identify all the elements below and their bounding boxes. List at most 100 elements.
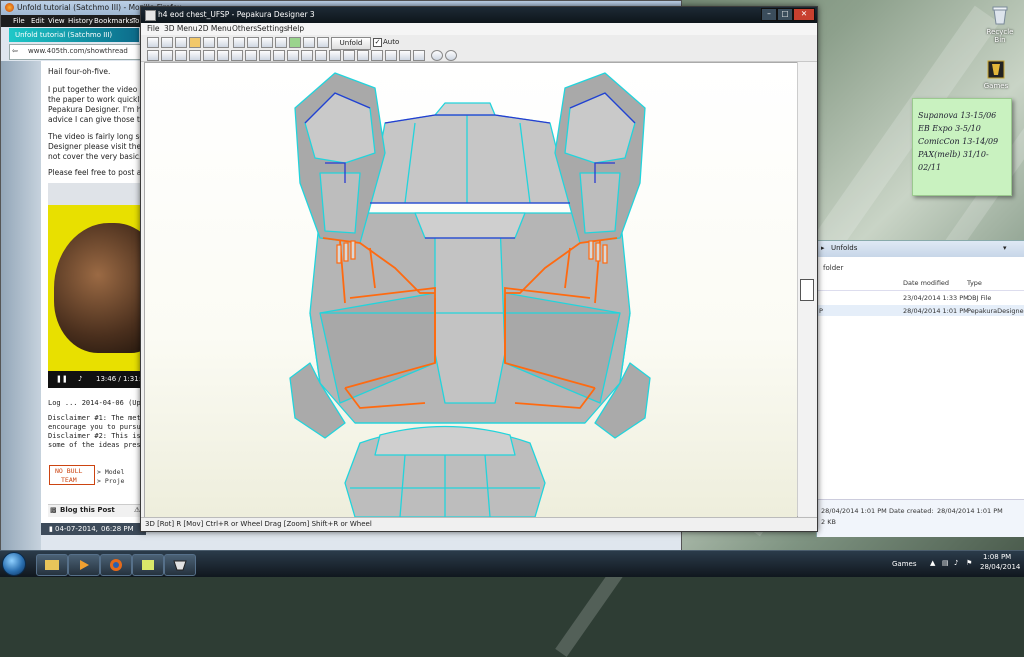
file-type[interactable]: PepakuraDesigner: [967, 307, 1024, 315]
tool-icon[interactable]: [399, 50, 411, 61]
explorer-address-bar[interactable]: ▸ Unfolds ▾: [817, 241, 1024, 257]
recycle-bin-shortcut[interactable]: Recycle Bin: [980, 4, 1020, 44]
column-type[interactable]: Type: [967, 279, 982, 287]
menu-others[interactable]: Others: [232, 24, 257, 33]
flap-icon[interactable]: [275, 37, 287, 48]
clock-date[interactable]: 28/04/2014: [980, 563, 1020, 571]
tool-icon[interactable]: [189, 50, 201, 61]
sticky-line: PAX(melb) 31/10-: [918, 150, 989, 159]
open-icon[interactable]: [147, 37, 159, 48]
blog-this-post-button[interactable]: Blog this Post: [60, 506, 115, 514]
file-type[interactable]: OBJ File: [967, 294, 991, 302]
pepakura-title-bar[interactable]: h4 eod chest_UFSP - Pepakura Designer 3 …: [141, 7, 817, 23]
explorer-window[interactable]: ▸ Unfolds ▾ folder Date modified Type 23…: [816, 240, 1024, 537]
zoom-icon[interactable]: [431, 50, 443, 61]
games-shortcut[interactable]: Games: [976, 58, 1016, 90]
tool-icon[interactable]: [385, 50, 397, 61]
tray-arrow-icon[interactable]: ▲: [930, 559, 935, 567]
tool-icon[interactable]: [315, 50, 327, 61]
save-icon[interactable]: [161, 37, 173, 48]
tool-icon[interactable]: [217, 50, 229, 61]
signature-link[interactable]: > Model: [97, 468, 124, 476]
start-button[interactable]: [2, 552, 26, 576]
menu-tools[interactable]: To: [132, 17, 139, 25]
3d-viewport[interactable]: [144, 62, 798, 518]
tool-icon[interactable]: [343, 50, 355, 61]
menu-edit[interactable]: Edit: [31, 17, 45, 25]
post-line: Pepakura Designer. I'm ho: [48, 105, 146, 114]
url-bar[interactable]: ⇦ www.405th.com/showthread: [9, 44, 146, 60]
games-toolbar-label[interactable]: Games: [892, 560, 917, 568]
taskbar-explorer-button[interactable]: [36, 554, 68, 576]
window-icon[interactable]: [317, 37, 329, 48]
taskbar-pepakura-button[interactable]: [164, 554, 196, 576]
action-center-icon[interactable]: ⚑: [966, 559, 972, 567]
tool-icon[interactable]: [287, 50, 299, 61]
tool-icon[interactable]: [175, 50, 187, 61]
tool-icon[interactable]: [329, 50, 341, 61]
signature-link[interactable]: > Proje: [97, 477, 124, 485]
breadcrumb[interactable]: Unfolds: [831, 244, 857, 252]
zoom-fit-icon[interactable]: [445, 50, 457, 61]
back-arrow-icon[interactable]: ⇦: [12, 47, 18, 55]
file-date[interactable]: 23/04/2014 1:33 PM: [903, 294, 969, 302]
file-name: P: [819, 307, 823, 315]
menu-3d[interactable]: 3D Menu: [164, 24, 198, 33]
maximize-button[interactable]: □: [777, 8, 793, 21]
menu-view[interactable]: View: [48, 17, 65, 25]
scrollbar-thumb[interactable]: [800, 279, 814, 301]
tool-icon[interactable]: [231, 50, 243, 61]
close-button[interactable]: ✕: [793, 8, 815, 21]
texture-icon[interactable]: [189, 37, 201, 48]
edge-icon[interactable]: [247, 37, 259, 48]
color-icon[interactable]: [289, 37, 301, 48]
detail-size: 2 KB: [821, 518, 836, 526]
url-text: www.405th.com/showthread: [28, 47, 128, 55]
tool-icon[interactable]: [203, 50, 215, 61]
taskbar-media-button[interactable]: [68, 554, 100, 576]
video-controls[interactable]: ❚❚ ♪ 13:46 / 1:31:52: [48, 371, 150, 388]
network-icon[interactable]: ▤: [942, 559, 949, 567]
menu-file[interactable]: File: [13, 17, 25, 25]
tab-unfold-tutorial[interactable]: Unfold tutorial (Satchmo III): [9, 28, 139, 42]
pencil-icon[interactable]: [233, 37, 245, 48]
tool-icon[interactable]: [161, 50, 173, 61]
minimize-button[interactable]: –: [761, 8, 777, 21]
tool-icon[interactable]: [413, 50, 425, 61]
pause-icon[interactable]: ❚❚: [56, 375, 68, 383]
tool-icon[interactable]: [245, 50, 257, 61]
menu-file[interactable]: File: [147, 24, 160, 33]
pepakura-window[interactable]: h4 eod chest_UFSP - Pepakura Designer 3 …: [140, 6, 818, 532]
post-line: Designer please visit the T: [48, 142, 146, 151]
menu-settings[interactable]: Settings: [257, 24, 288, 33]
column-date-modified[interactable]: Date modified: [903, 279, 949, 287]
unfold-button[interactable]: Unfold: [331, 37, 371, 50]
rotate-icon[interactable]: [175, 37, 187, 48]
anchor-icon[interactable]: [261, 37, 273, 48]
taskbar-firefox-button[interactable]: [100, 554, 132, 576]
menu-2d[interactable]: 2D Menu: [198, 24, 232, 33]
page-background: [1, 61, 41, 551]
video-thumbnail[interactable]: [48, 183, 146, 388]
volume-icon[interactable]: ♪: [954, 559, 958, 567]
light-icon[interactable]: [203, 37, 215, 48]
taskbar-notes-button[interactable]: [132, 554, 164, 576]
clock-time[interactable]: 1:08 PM: [983, 553, 1011, 561]
chevron-down-icon[interactable]: ▾: [1003, 244, 1007, 252]
auto-checkbox[interactable]: ✓: [373, 38, 382, 47]
menu-history[interactable]: History: [68, 17, 93, 25]
view-icon[interactable]: [303, 37, 315, 48]
sticky-note[interactable]: Supanova 13-15/06 EB Expo 3-5/10 ComicCo…: [912, 98, 1012, 196]
select-icon[interactable]: [217, 37, 229, 48]
tool-icon[interactable]: [147, 50, 159, 61]
tool-icon[interactable]: [259, 50, 271, 61]
tool-icon[interactable]: [357, 50, 369, 61]
menu-help[interactable]: Help: [287, 24, 304, 33]
tool-icon[interactable]: [273, 50, 285, 61]
volume-icon[interactable]: ♪: [78, 375, 82, 383]
menu-bookmarks[interactable]: Bookmarks: [94, 17, 133, 25]
file-date[interactable]: 28/04/2014 1:01 PM: [903, 307, 969, 315]
disclaimer-line: Disclaimer #2: This is: [48, 432, 141, 440]
tool-icon[interactable]: [371, 50, 383, 61]
tool-icon[interactable]: [301, 50, 313, 61]
